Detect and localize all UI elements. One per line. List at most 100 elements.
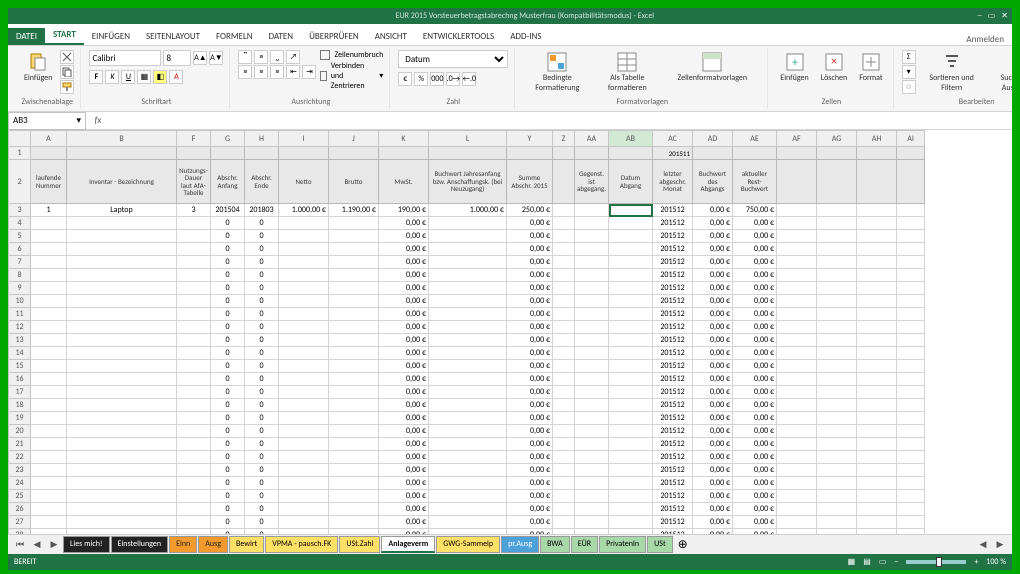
cell-H24[interactable]: 0: [245, 477, 279, 490]
cell-K21[interactable]: 0,00 €: [379, 438, 429, 451]
header-cell-AE[interactable]: aktueller Rest-Buchwert: [733, 160, 777, 204]
cell-AF10[interactable]: [777, 295, 817, 308]
cell-F26[interactable]: [177, 503, 211, 516]
cell-L16[interactable]: [429, 373, 507, 386]
cell-H3[interactable]: 201803: [245, 204, 279, 217]
cell-H19[interactable]: 0: [245, 412, 279, 425]
border-button[interactable]: ▦: [137, 70, 151, 84]
cell-Z11[interactable]: [553, 308, 575, 321]
row-header-26[interactable]: 26: [9, 503, 31, 516]
cell-G19[interactable]: 0: [211, 412, 245, 425]
cell-AH6[interactable]: [857, 243, 897, 256]
row-header-22[interactable]: 22: [9, 451, 31, 464]
cell-I24[interactable]: [279, 477, 329, 490]
cell-AI21[interactable]: [897, 438, 925, 451]
cell-I9[interactable]: [279, 282, 329, 295]
cell-J17[interactable]: [329, 386, 379, 399]
cell-AF9[interactable]: [777, 282, 817, 295]
cell-AB8[interactable]: [609, 269, 653, 282]
cell-G17[interactable]: 0: [211, 386, 245, 399]
cell-I25[interactable]: [279, 490, 329, 503]
column-header-AB[interactable]: AB: [609, 131, 653, 147]
cell-AE21[interactable]: 0,00 €: [733, 438, 777, 451]
cell-H22[interactable]: 0: [245, 451, 279, 464]
cell-AC21[interactable]: 201512: [653, 438, 693, 451]
cell-K7[interactable]: 0,00 €: [379, 256, 429, 269]
cell-K17[interactable]: 0,00 €: [379, 386, 429, 399]
cell-I4[interactable]: [279, 217, 329, 230]
cell-B6[interactable]: [67, 243, 177, 256]
cell-AI9[interactable]: [897, 282, 925, 295]
header-cell-G[interactable]: Abschr. Anfang: [211, 160, 245, 204]
cell-J9[interactable]: [329, 282, 379, 295]
cell-Y25[interactable]: 0,00 €: [507, 490, 553, 503]
cell-K12[interactable]: 0,00 €: [379, 321, 429, 334]
cell-Z21[interactable]: [553, 438, 575, 451]
sheet-tab-lies-mich-[interactable]: Lies mich!: [63, 536, 110, 553]
cell-AI20[interactable]: [897, 425, 925, 438]
header-cell-AB[interactable]: Datum Abgang: [609, 160, 653, 204]
cell-H25[interactable]: 0: [245, 490, 279, 503]
header-cell-Y[interactable]: Summe Abschr. 2015: [507, 160, 553, 204]
cell-F8[interactable]: [177, 269, 211, 282]
cell-AI25[interactable]: [897, 490, 925, 503]
column-header-AD[interactable]: AD: [693, 131, 733, 147]
cell-Z14[interactable]: [553, 347, 575, 360]
cell-AE4[interactable]: 0,00 €: [733, 217, 777, 230]
spreadsheet-grid[interactable]: ABFGHIJKLYZAAABACADAEAFAGAHAI12015112lau…: [8, 130, 1012, 534]
cell-F24[interactable]: [177, 477, 211, 490]
cell-Y19[interactable]: 0,00 €: [507, 412, 553, 425]
cell-G20[interactable]: 0: [211, 425, 245, 438]
cell-B20[interactable]: [67, 425, 177, 438]
cell-A19[interactable]: [31, 412, 67, 425]
cell-A22[interactable]: [31, 451, 67, 464]
cell-H10[interactable]: 0: [245, 295, 279, 308]
cell-G23[interactable]: 0: [211, 464, 245, 477]
cell-AD7[interactable]: 0,00 €: [693, 256, 733, 269]
cell-AE7[interactable]: 0,00 €: [733, 256, 777, 269]
sheet-tab-gwg-sammelp[interactable]: GWG-Sammelp: [436, 536, 500, 553]
cell-G5[interactable]: 0: [211, 230, 245, 243]
cell-H13[interactable]: 0: [245, 334, 279, 347]
cell-AH13[interactable]: [857, 334, 897, 347]
cell-Z19[interactable]: [553, 412, 575, 425]
cell-L23[interactable]: [429, 464, 507, 477]
font-color-button[interactable]: A: [169, 70, 183, 84]
cell-AI5[interactable]: [897, 230, 925, 243]
tab-start[interactable]: START: [45, 26, 84, 45]
cell-B11[interactable]: [67, 308, 177, 321]
cell-I7[interactable]: [279, 256, 329, 269]
cell-AB9[interactable]: [609, 282, 653, 295]
cell-AA11[interactable]: [575, 308, 609, 321]
insert-cells-button[interactable]: +Einfügen: [776, 50, 812, 85]
cell-Y26[interactable]: 0,00 €: [507, 503, 553, 516]
cell-AE23[interactable]: 0,00 €: [733, 464, 777, 477]
cell-AC11[interactable]: 201512: [653, 308, 693, 321]
cell-Z8[interactable]: [553, 269, 575, 282]
increase-font-button[interactable]: A▲: [193, 51, 207, 65]
cell-L15[interactable]: [429, 360, 507, 373]
cell-AH28[interactable]: [857, 529, 897, 535]
cell-AC4[interactable]: 201512: [653, 217, 693, 230]
cell-K9[interactable]: 0,00 €: [379, 282, 429, 295]
cell-F6[interactable]: [177, 243, 211, 256]
cell-AC17[interactable]: 201512: [653, 386, 693, 399]
cell-J5[interactable]: [329, 230, 379, 243]
cell-F16[interactable]: [177, 373, 211, 386]
cell[interactable]: [211, 147, 245, 160]
cell-AD21[interactable]: 0,00 €: [693, 438, 733, 451]
cell-J25[interactable]: [329, 490, 379, 503]
cell-B8[interactable]: [67, 269, 177, 282]
cell-AG11[interactable]: [817, 308, 857, 321]
tab-einfuegen[interactable]: EINFÜGEN: [84, 28, 138, 45]
cell-G24[interactable]: 0: [211, 477, 245, 490]
cell-AF17[interactable]: [777, 386, 817, 399]
cell-I13[interactable]: [279, 334, 329, 347]
cell-AI6[interactable]: [897, 243, 925, 256]
row-header-14[interactable]: 14: [9, 347, 31, 360]
cell-AB6[interactable]: [609, 243, 653, 256]
cell-A25[interactable]: [31, 490, 67, 503]
cell-Y11[interactable]: 0,00 €: [507, 308, 553, 321]
cell-K22[interactable]: 0,00 €: [379, 451, 429, 464]
header-cell-AI[interactable]: [897, 160, 925, 204]
